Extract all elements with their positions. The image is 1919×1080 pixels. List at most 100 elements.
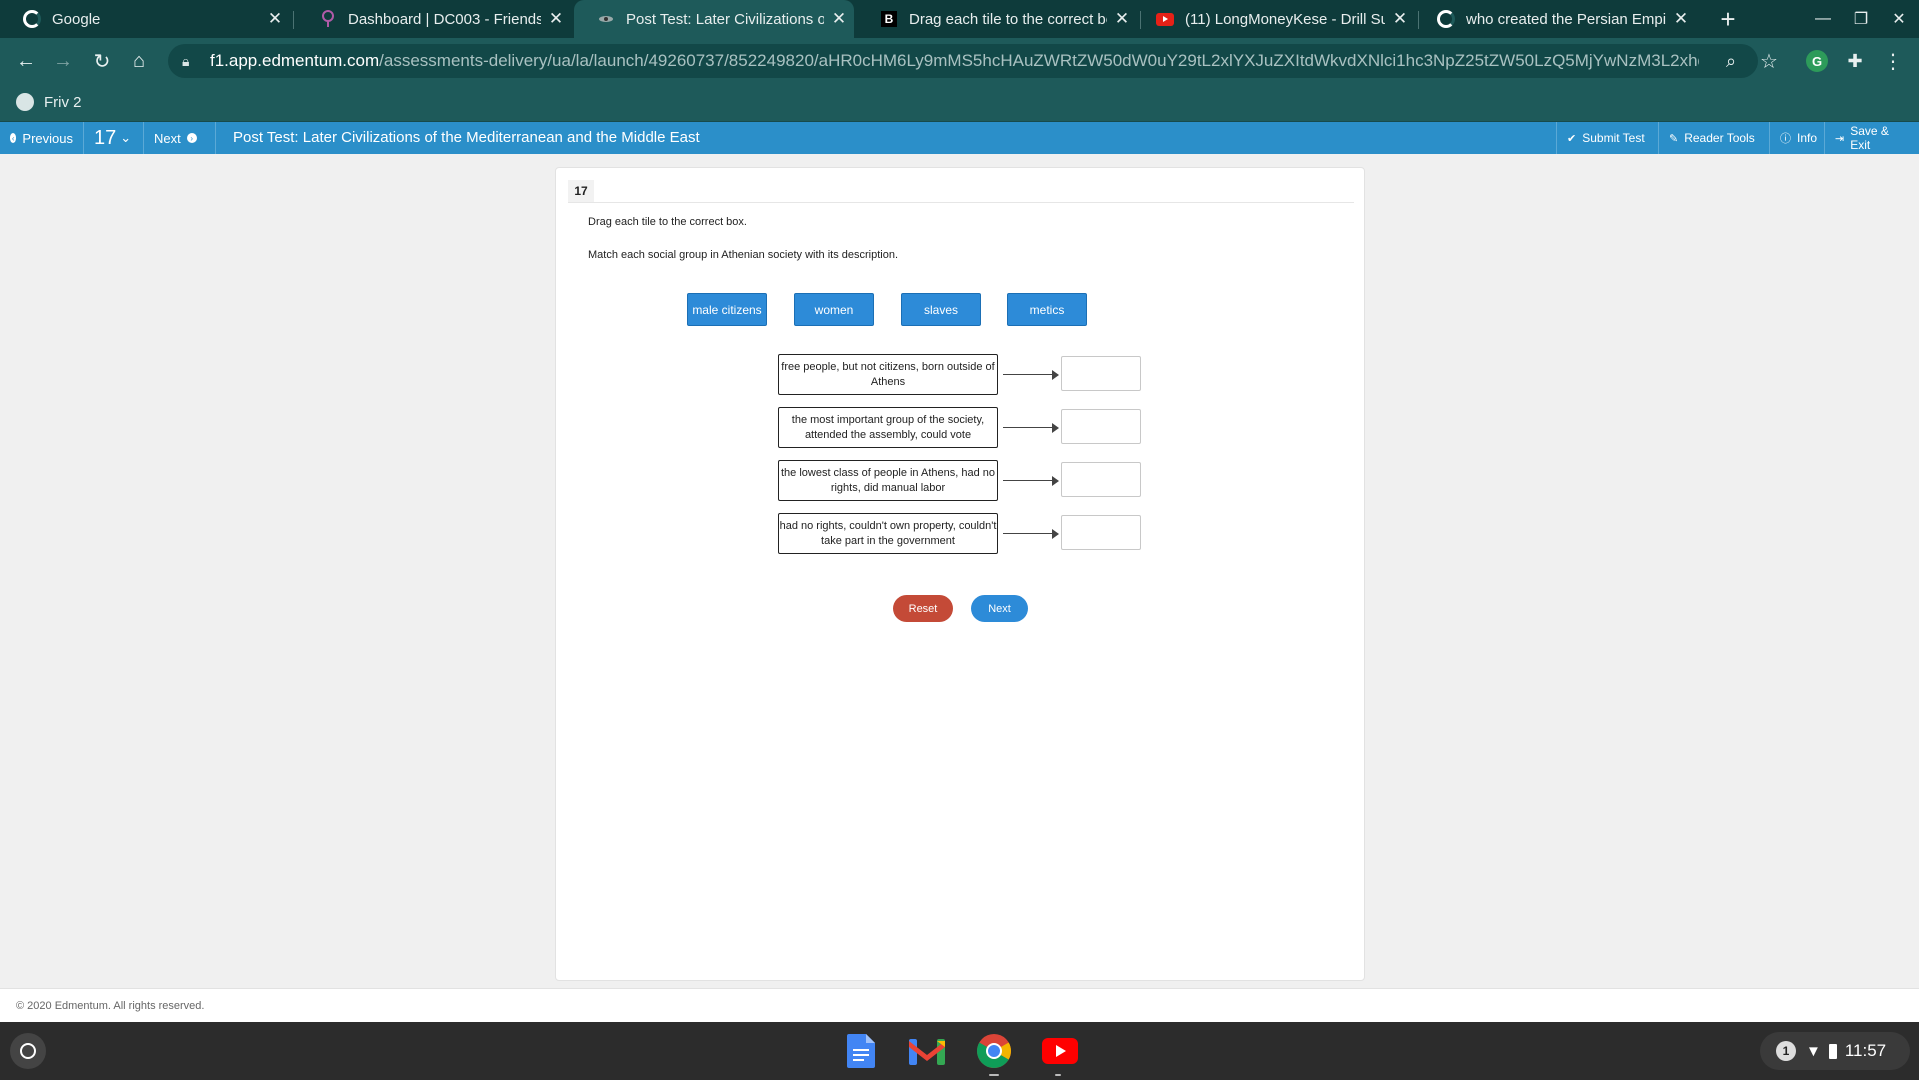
check-circle-icon: ✔ (1567, 132, 1577, 145)
bookmark-label: Friv 2 (44, 93, 82, 111)
reload-icon[interactable]: ↻ (87, 46, 117, 76)
tab-title: Dashboard | DC003 - Friendship I (348, 10, 541, 28)
next-nav-button[interactable]: Next › (144, 122, 216, 154)
question-number-badge: 17 (568, 180, 594, 202)
tab-brainly[interactable]: B Drag each tile to the correct box ✕ (857, 0, 1137, 38)
description-box-1: free people, but not citizens, born outs… (778, 354, 998, 395)
drop-target-1[interactable] (1061, 356, 1141, 391)
bookmarks-bar: Friv 2 (0, 84, 1919, 122)
reset-button[interactable]: Reset (893, 595, 953, 622)
wifi-icon: ▼ (1806, 1042, 1821, 1060)
prompt-text: Match each social group in Athenian soci… (588, 249, 898, 261)
lock-icon: 🔒︎ (182, 52, 190, 69)
arrow-icon (1003, 370, 1059, 380)
arrow-icon (1003, 423, 1059, 433)
tab-title: Post Test: Later Civilizations of t (626, 10, 824, 28)
drop-target-4[interactable] (1061, 515, 1141, 550)
notification-badge: 1 (1776, 1041, 1796, 1061)
zoom-magnifier-icon[interactable]: ⌕ (1716, 46, 1746, 76)
minimize-icon[interactable]: — (1804, 0, 1842, 38)
question-card: 17 Drag each tile to the correct box. Ma… (555, 167, 1365, 981)
chevron-right-icon: › (186, 133, 197, 143)
drop-target-2[interactable] (1061, 409, 1141, 444)
test-title: Post Test: Later Civilizations of the Me… (233, 129, 700, 146)
bookmark-star-icon[interactable]: ☆ (1754, 46, 1784, 76)
clock-time: 11:57 (1844, 1041, 1887, 1060)
home-icon[interactable]: ⌂ (124, 46, 154, 76)
close-window-icon[interactable]: ✕ (1880, 0, 1918, 38)
tile-women[interactable]: women (794, 293, 874, 326)
previous-label: Previous (22, 130, 73, 146)
reader-tools-button[interactable]: ✎ Reader Tools (1658, 122, 1769, 154)
close-tab-icon[interactable]: ✕ (541, 9, 571, 29)
address-bar[interactable]: 🔒︎ f1.app.edmentum.com /assessments-deli… (168, 44, 1758, 78)
launcher-icon[interactable] (10, 1033, 46, 1069)
next-button[interactable]: Next (971, 595, 1028, 622)
tile-slaves[interactable]: slaves (901, 293, 981, 326)
more-menu-icon[interactable]: ⋮ (1878, 46, 1908, 76)
grammarly-extension-icon[interactable]: G (1802, 46, 1832, 76)
save-exit-button[interactable]: ⇥ Save & Exit (1824, 122, 1919, 154)
chrome-icon[interactable] (975, 1032, 1013, 1070)
globe-icon (16, 93, 34, 111)
tile-metics[interactable]: metics (1007, 293, 1087, 326)
previous-button[interactable]: ‹ Previous (0, 122, 84, 154)
divider (568, 202, 1354, 203)
forward-arrow-icon[interactable]: → (48, 46, 78, 76)
tile-male-citizens[interactable]: male citizens (687, 293, 767, 326)
tab-youtube[interactable]: (11) LongMoneyKese - Drill Sum ✕ (1133, 0, 1415, 38)
tab-title: Drag each tile to the correct box (909, 10, 1107, 28)
chevron-down-icon: ⌄ (120, 130, 132, 145)
copyright-text: © 2020 Edmentum. All rights reserved. (16, 1000, 205, 1012)
instruction-text: Drag each tile to the correct box. (588, 216, 747, 228)
youtube-icon (1155, 9, 1175, 29)
battery-icon (1828, 1043, 1837, 1059)
close-tab-icon[interactable]: ✕ (824, 9, 854, 29)
info-button[interactable]: ⓘ Info (1769, 122, 1824, 154)
google-icon (1436, 9, 1456, 29)
google-icon (22, 9, 42, 29)
os-shelf: 1 ▼ 11:57 (0, 1022, 1919, 1080)
tab-google-search[interactable]: who created the Persian Empire ✕ (1414, 0, 1696, 38)
tab-google[interactable]: Google ✕ (0, 0, 290, 38)
description-box-3: the lowest class of people in Athens, ha… (778, 460, 998, 501)
restore-icon[interactable]: ❐ (1842, 0, 1880, 38)
edmentum-favicon (596, 9, 616, 29)
running-indicator (1055, 1074, 1061, 1076)
new-tab-plus-icon[interactable]: + (1709, 0, 1747, 38)
footer: © 2020 Edmentum. All rights reserved. (0, 988, 1919, 1022)
extensions-puzzle-icon[interactable]: ✚ (1840, 46, 1870, 76)
back-arrow-icon[interactable]: ← (11, 46, 41, 76)
exit-icon: ⇥ (1835, 132, 1845, 145)
tab-dashboard[interactable]: Dashboard | DC003 - Friendship I ✕ (296, 0, 571, 38)
gmail-icon[interactable] (908, 1032, 946, 1070)
tab-title: who created the Persian Empire (1466, 10, 1666, 28)
close-tab-icon[interactable]: ✕ (1666, 9, 1696, 29)
wrench-icon: ✎ (1669, 132, 1679, 145)
url-path: /assessments-delivery/ua/la/launch/49260… (379, 51, 1700, 70)
youtube-app-icon[interactable] (1041, 1032, 1079, 1070)
tab-title: Google (52, 10, 101, 28)
brainly-favicon: B (879, 9, 899, 29)
next-label: Next (154, 130, 181, 146)
status-tray[interactable]: 1 ▼ 11:57 (1760, 1032, 1910, 1070)
browser-tab-strip: Google ✕ Dashboard | DC003 - Friendship … (0, 0, 1919, 38)
arrow-icon (1003, 529, 1059, 539)
browser-toolbar: ← → ↻ ⌂ 🔒︎ f1.app.edmentum.com /assessme… (0, 38, 1919, 84)
google-docs-icon[interactable] (842, 1032, 880, 1070)
drop-target-3[interactable] (1061, 462, 1141, 497)
running-indicator (989, 1074, 999, 1076)
question-number: 17 (94, 126, 117, 149)
chevron-left-icon: ‹ (10, 133, 17, 143)
url-host: f1.app.edmentum.com (210, 51, 380, 70)
close-tab-icon[interactable]: ✕ (1385, 9, 1415, 29)
submit-test-button[interactable]: ✔ Submit Test (1556, 122, 1658, 154)
test-navigation-bar: ‹ Previous 17 ⌄ Next › Post Test: Later … (0, 122, 1919, 154)
description-box-4: had no rights, couldn't own property, co… (778, 513, 998, 554)
question-number-dropdown[interactable]: 17 ⌄ (84, 122, 144, 154)
bookmark-friv2[interactable]: Friv 2 (16, 93, 82, 111)
close-tab-icon[interactable]: ✕ (260, 9, 290, 29)
dashboard-favicon (318, 9, 338, 29)
description-box-2: the most important group of the society,… (778, 407, 998, 448)
tab-post-test[interactable]: Post Test: Later Civilizations of t ✕ (574, 0, 854, 38)
